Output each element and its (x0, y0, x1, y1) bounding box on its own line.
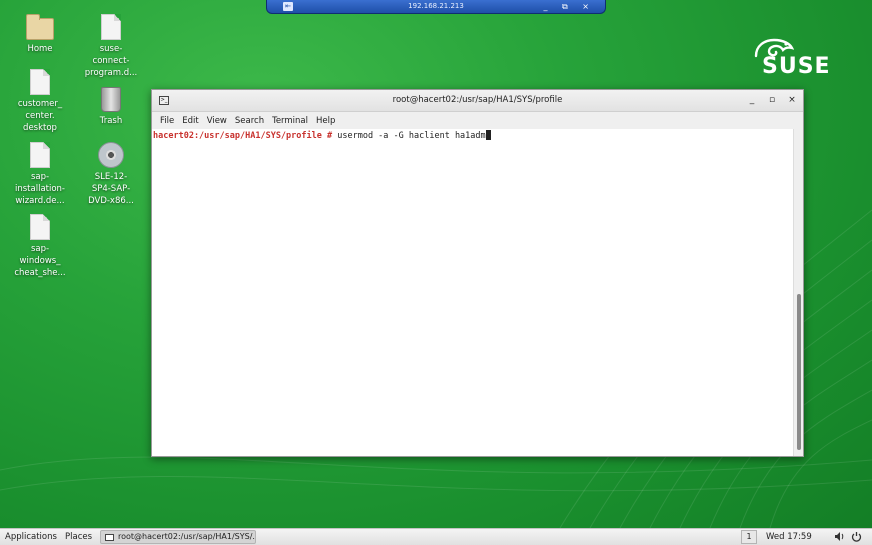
terminal-title: root@hacert02:/usr/sap/HA1/SYS/profile (392, 95, 563, 105)
desktop-icon-customer-center[interactable]: customer_ center. desktop (9, 69, 71, 134)
desktop-icon-trash[interactable]: Trash (80, 87, 142, 127)
text-cursor (485, 130, 491, 140)
terminal-scrollbar[interactable] (793, 129, 803, 456)
document-icon (30, 142, 50, 168)
desktop-icon-label: sap-windows_ cheat_she... (14, 244, 66, 278)
folder-icon (26, 14, 54, 40)
desktop-icon-label: suse-connect-program.d... (84, 44, 138, 78)
taskbar-window-label: root@hacert02:/usr/sap/HA1/SYS/... (118, 532, 256, 541)
desktop-icon-sap-windows-cheat-sheet[interactable]: sap-windows_ cheat_she... (9, 214, 71, 279)
speaker-icon[interactable] (834, 531, 845, 545)
places-menu[interactable]: Places (65, 532, 92, 542)
remote-window-controls[interactable]: _ ⧉ × (543, 0, 595, 13)
scrollbar-thumb[interactable] (797, 294, 801, 450)
minimize-button[interactable]: _ (746, 94, 758, 106)
workspace-switcher[interactable]: 1 (741, 530, 757, 544)
desktop-icon-sle-dvd[interactable]: SLE-12- SP4-SAP- DVD-x86... (80, 142, 142, 207)
remote-connection-bar: ⇤ 192.168.21.213 _ ⧉ × (266, 0, 606, 14)
close-button[interactable]: × (786, 94, 798, 106)
desktop-icon-suse-connect[interactable]: suse-connect-program.d... (80, 14, 142, 79)
shell-prompt: hacert02:/usr/sap/HA1/SYS/profile # (153, 131, 333, 141)
clock[interactable]: Wed 17:59 (766, 532, 812, 542)
menu-file[interactable]: File (156, 116, 178, 126)
terminal-output[interactable]: hacert02:/usr/sap/HA1/SYS/profile # user… (152, 129, 793, 456)
menu-edit[interactable]: Edit (178, 116, 202, 126)
desktop-icon-label: SLE-12- SP4-SAP- DVD-x86... (88, 172, 134, 206)
desktop-icon-sap-installation-wizard[interactable]: sap-installation-wizard.de... (9, 142, 71, 207)
terminal-window[interactable]: >_ root@hacert02:/usr/sap/HA1/SYS/profil… (151, 89, 804, 457)
suse-logo-text: SUSE (762, 54, 831, 79)
remote-host-label: 192.168.21.213 (408, 2, 464, 10)
menu-search[interactable]: Search (231, 116, 268, 126)
power-icon[interactable] (851, 531, 862, 545)
taskbar: Applications Places root@hacert02:/usr/s… (0, 528, 872, 545)
disc-icon (98, 142, 124, 168)
document-icon (30, 214, 50, 240)
suse-logo: SUSE (748, 38, 832, 80)
menu-terminal[interactable]: Terminal (268, 116, 312, 126)
taskbar-window-button[interactable]: root@hacert02:/usr/sap/HA1/SYS/... (100, 530, 256, 544)
desktop-icon-label: sap-installation-wizard.de... (15, 172, 65, 206)
shell-command: usermod -a -G haclient ha1adm (332, 131, 486, 141)
document-icon (30, 69, 50, 95)
menu-help[interactable]: Help (312, 116, 339, 126)
desktop-icon-home[interactable]: Home (9, 14, 71, 55)
maximize-button[interactable]: ▫ (766, 94, 778, 106)
desktop-icon-label: Home (27, 44, 53, 54)
document-icon (101, 14, 121, 40)
desktop-icon-label: customer_ center. desktop (17, 99, 63, 133)
desktop-icon-label: Trash (99, 116, 123, 126)
menu-view[interactable]: View (203, 116, 231, 126)
terminal-titlebar[interactable]: >_ root@hacert02:/usr/sap/HA1/SYS/profil… (152, 90, 803, 112)
terminal-task-icon (105, 534, 114, 541)
trash-icon (101, 87, 121, 112)
pin-icon[interactable]: ⇤ (283, 2, 293, 11)
terminal-menubar: File Edit View Search Terminal Help (152, 112, 803, 129)
applications-menu[interactable]: Applications (5, 532, 57, 542)
